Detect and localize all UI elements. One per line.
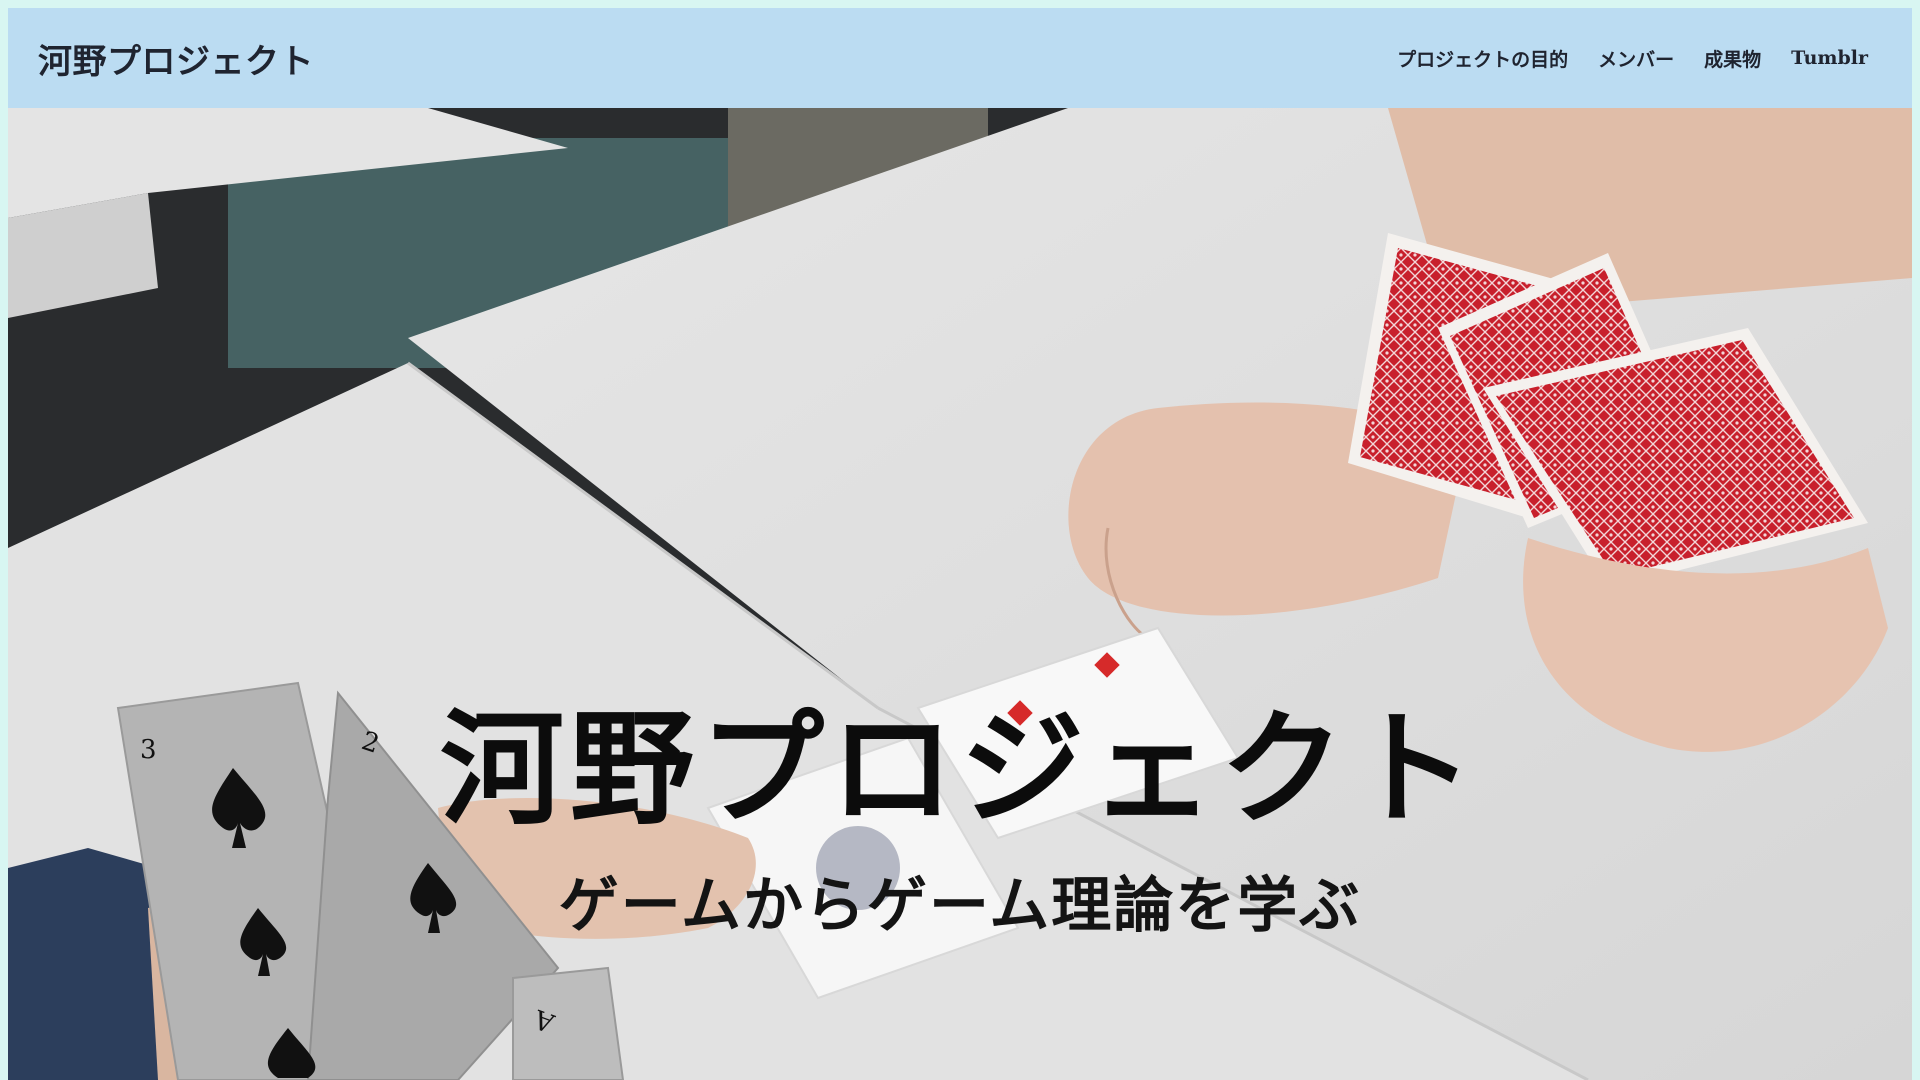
site-title-link[interactable]: 河野プロジェクト <box>38 34 314 83</box>
nav-link-deliverables[interactable]: 成果物 <box>1704 45 1761 72</box>
left-sleeve <box>8 848 168 1080</box>
hero-section: 3 2 A 河野プロジェクト ゲームからゲーム理論を学ぶ <box>8 108 1912 1080</box>
page-frame: 河野プロジェクト プロジェクトの目的 メンバー 成果物 Tumblr 3 2 A… <box>8 8 1912 1080</box>
main-nav: プロジェクトの目的 メンバー 成果物 Tumblr <box>1397 45 1868 72</box>
svg-text:3: 3 <box>140 735 157 765</box>
nav-link-members[interactable]: メンバー <box>1598 45 1674 72</box>
nav-link-tumblr[interactable]: Tumblr <box>1791 47 1868 69</box>
site-header: 河野プロジェクト プロジェクトの目的 メンバー 成果物 Tumblr <box>8 8 1912 108</box>
hero-photo: 3 2 A <box>8 108 1912 1080</box>
nav-link-purpose[interactable]: プロジェクトの目的 <box>1397 45 1568 72</box>
